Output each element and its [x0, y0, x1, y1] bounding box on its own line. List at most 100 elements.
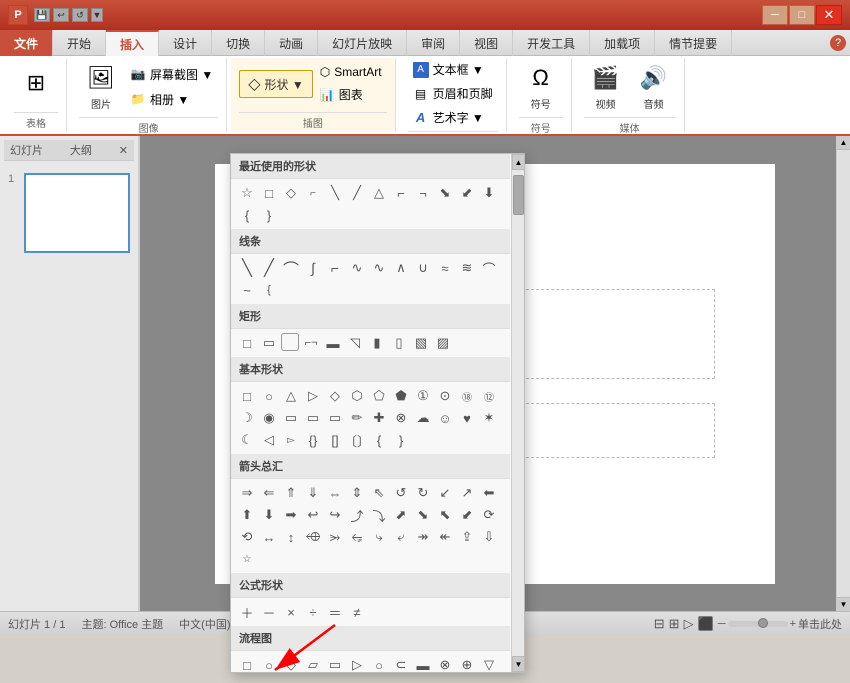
tab-slideshow[interactable]: 幻灯片放映: [318, 30, 407, 56]
shape-item[interactable]: ⑫: [479, 386, 499, 406]
shape-item[interactable]: ⇖: [369, 483, 389, 503]
tab-developer[interactable]: 开发工具: [513, 30, 590, 56]
shape-item[interactable]: ↕: [281, 527, 301, 547]
shape-item[interactable]: ⬠: [369, 386, 389, 406]
shape-item[interactable]: ⌒: [281, 258, 301, 278]
shape-item[interactable]: ⭃: [325, 527, 345, 547]
shape-item[interactable]: ~: [237, 280, 257, 300]
btn-table[interactable]: ⊞: [14, 63, 58, 105]
shape-item[interactable]: ⬊: [413, 505, 433, 525]
canvas-scrollbar[interactable]: ▲ ▼: [836, 136, 850, 611]
shape-item[interactable]: ♥: [457, 408, 477, 428]
tab-transition[interactable]: 切换: [212, 30, 265, 56]
btn-wordart[interactable]: A 艺术字 ▼: [408, 106, 498, 129]
btn-screenshot[interactable]: 📷 屏幕截图 ▼: [125, 63, 218, 86]
shape-item[interactable]: ¬: [413, 183, 433, 203]
btn-picture[interactable]: 🖼 图片: [79, 58, 123, 115]
shape-item[interactable]: ▭: [303, 408, 323, 428]
shape-item[interactable]: ▭: [259, 333, 279, 353]
shape-item[interactable]: ⇓: [303, 483, 323, 503]
shape-item[interactable]: ╲: [237, 258, 257, 278]
shape-item[interactable]: ＋: [237, 602, 257, 622]
shape-item[interactable]: ▬: [413, 655, 433, 672]
shape-item[interactable]: ◉: [259, 408, 279, 428]
btn-textbox[interactable]: A 文本框 ▼: [408, 58, 498, 81]
shape-item[interactable]: ╲: [325, 183, 345, 203]
btn-symbol[interactable]: Ω 符号: [519, 58, 563, 115]
shape-item[interactable]: ∿: [369, 258, 389, 278]
shape-item[interactable]: ◁: [259, 430, 279, 450]
shape-item[interactable]: ▽: [479, 655, 499, 672]
quick-access-undo[interactable]: ↩: [53, 8, 69, 22]
shape-item[interactable]: ⊗: [391, 408, 411, 428]
shape-item[interactable]: ○: [259, 386, 279, 406]
shape-item[interactable]: ⬲: [303, 527, 323, 547]
shape-item[interactable]: ＝: [325, 602, 345, 622]
tab-view[interactable]: 视图: [460, 30, 513, 56]
quick-access-save[interactable]: 💾: [34, 8, 50, 22]
shape-item[interactable]: ⬆: [237, 505, 257, 525]
quick-access-more[interactable]: ▼: [91, 8, 103, 22]
shape-item[interactable]: ☁: [413, 408, 433, 428]
tab-review[interactable]: 审阅: [407, 30, 460, 56]
view-normal[interactable]: ⊟: [654, 616, 665, 632]
close-button[interactable]: ✕: [816, 5, 842, 25]
shape-item[interactable]: ▨: [433, 333, 453, 353]
shape-item[interactable]: △: [281, 386, 301, 406]
shape-item[interactable]: ×: [281, 602, 301, 622]
slide-thumb-1[interactable]: [24, 173, 130, 253]
shape-item[interactable]: ⇩: [479, 527, 499, 547]
shape-item[interactable]: ▻: [281, 430, 301, 450]
shape-item[interactable]: ⟳: [479, 505, 499, 525]
shape-item[interactable]: ✚: [369, 408, 389, 428]
shape-item[interactable]: ∿: [347, 258, 367, 278]
shape-item[interactable]: ⬇: [479, 183, 499, 203]
shape-item[interactable]: }: [259, 205, 279, 225]
shape-item[interactable]: {: [237, 205, 257, 225]
shape-item[interactable]: □: [237, 386, 257, 406]
shape-item[interactable]: △: [369, 183, 389, 203]
shape-item[interactable]: ⑱: [457, 386, 477, 406]
shape-item[interactable]: ☺: [435, 408, 455, 428]
shape-item[interactable]: ⬈: [391, 505, 411, 525]
shape-item[interactable]: []: [325, 430, 345, 450]
shape-item[interactable]: ↔: [259, 527, 279, 547]
shape-item[interactable]: ⬟: [391, 386, 411, 406]
view-reading[interactable]: ▷: [684, 616, 694, 632]
shape-item[interactable]: ⊂: [391, 655, 411, 672]
shape-item[interactable]: ÷: [303, 602, 323, 622]
shape-item[interactable]: ◹: [345, 333, 365, 353]
shape-item[interactable]: ▷: [347, 655, 367, 672]
view-slide-sorter[interactable]: ⊞: [669, 616, 680, 632]
shape-item[interactable]: ⌐: [391, 183, 411, 203]
view-slideshow[interactable]: ⬛: [698, 616, 714, 632]
panel-scrollbar[interactable]: ▲ ▼: [511, 154, 524, 672]
btn-header-footer[interactable]: ▤ 页眉和页脚: [408, 82, 498, 105]
shape-item[interactable]: ▭: [281, 408, 301, 428]
shape-item[interactable]: 〔〕: [347, 430, 367, 450]
panel-tab-outline[interactable]: 大纲: [70, 142, 92, 158]
shape-item[interactable]: ◇: [325, 386, 345, 406]
shape-item[interactable]: ▬: [323, 333, 343, 353]
shape-item[interactable]: ↙: [435, 483, 455, 503]
shape-item[interactable]: ▭: [325, 655, 345, 672]
shape-item[interactable]: ≈: [435, 258, 455, 278]
shape-item[interactable]: ⤷: [369, 527, 389, 547]
shape-item[interactable]: ☽: [237, 408, 257, 428]
help-button[interactable]: ?: [830, 35, 846, 51]
shape-item[interactable]: ○: [259, 655, 279, 672]
shape-item[interactable]: ▯: [389, 333, 409, 353]
minimize-button[interactable]: ─: [762, 5, 788, 25]
shape-item[interactable]: ⬊: [435, 183, 455, 203]
shape-item[interactable]: ○: [369, 655, 389, 672]
tab-storyboard[interactable]: 情节提要: [655, 30, 732, 56]
shape-item[interactable]: ☆: [237, 549, 257, 569]
shape-item[interactable]: ↩: [303, 505, 323, 525]
shape-item[interactable]: ▭: [325, 408, 345, 428]
shape-item[interactable]: ⌐: [325, 258, 345, 278]
btn-shapes[interactable]: ◇ 形状 ▼: [239, 70, 313, 98]
panel-close[interactable]: ✕: [119, 144, 128, 157]
shape-item[interactable]: □: [259, 183, 279, 203]
shape-item[interactable]: ↞: [435, 527, 455, 547]
quick-access-redo[interactable]: ↺: [72, 8, 88, 22]
